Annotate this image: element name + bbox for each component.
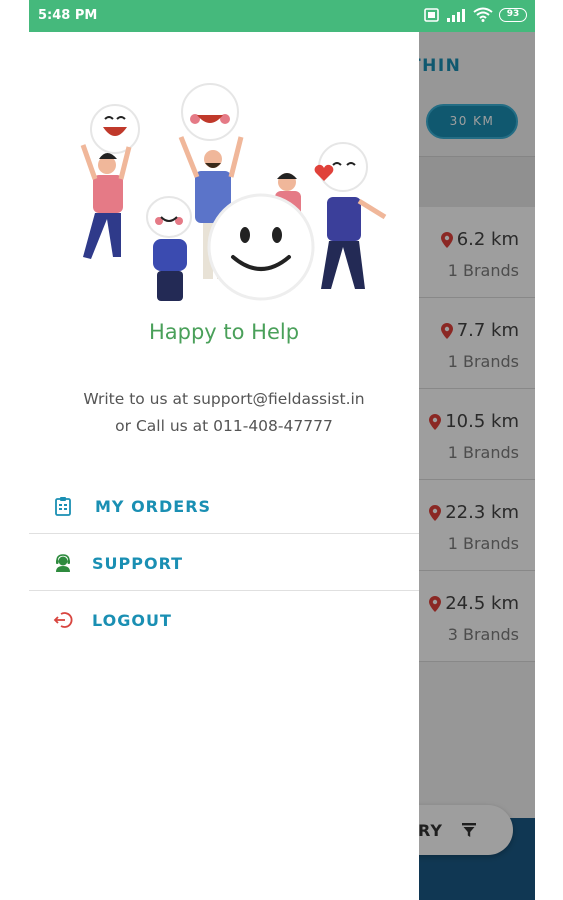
battery-icon: 93: [499, 7, 527, 22]
status-bar: 5:48 PM 93: [29, 0, 535, 32]
contact-email-line[interactable]: Write to us at support@fieldassist.in: [29, 386, 419, 413]
menu-item-logout[interactable]: LOGOUT: [29, 592, 419, 648]
menu-label-support: SUPPORT: [92, 553, 184, 573]
drawer-title: Happy to Help: [148, 320, 300, 344]
status-time: 5:48 PM: [38, 8, 98, 23]
sim-icon: [424, 7, 439, 22]
contact-info: Write to us at support@fieldassist.in or…: [29, 386, 419, 440]
happy-people-illustration: [80, 83, 387, 301]
menu-label-logout: LOGOUT: [92, 610, 172, 630]
menu-divider: [29, 590, 419, 591]
contact-phone-line[interactable]: or Call us at 011-408-47777: [29, 413, 419, 440]
navigation-drawer: Happy to Help Write to us at support@fie…: [29, 32, 419, 900]
menu-divider: [29, 533, 419, 534]
orders-icon: [55, 497, 71, 516]
logout-icon: [53, 612, 73, 628]
status-icons: 93: [424, 7, 527, 22]
menu-label-my-orders: MY ORDERS: [95, 496, 212, 516]
phone-screen: 5:48 PM 93 THIN 30 KM 6.2 km 1 Brands 7.…: [29, 0, 535, 900]
support-icon: [56, 554, 70, 572]
wifi-icon: [473, 7, 493, 22]
menu-item-support[interactable]: SUPPORT: [29, 535, 419, 591]
menu-item-my-orders[interactable]: MY ORDERS: [29, 478, 419, 534]
signal-icon: [447, 8, 465, 22]
